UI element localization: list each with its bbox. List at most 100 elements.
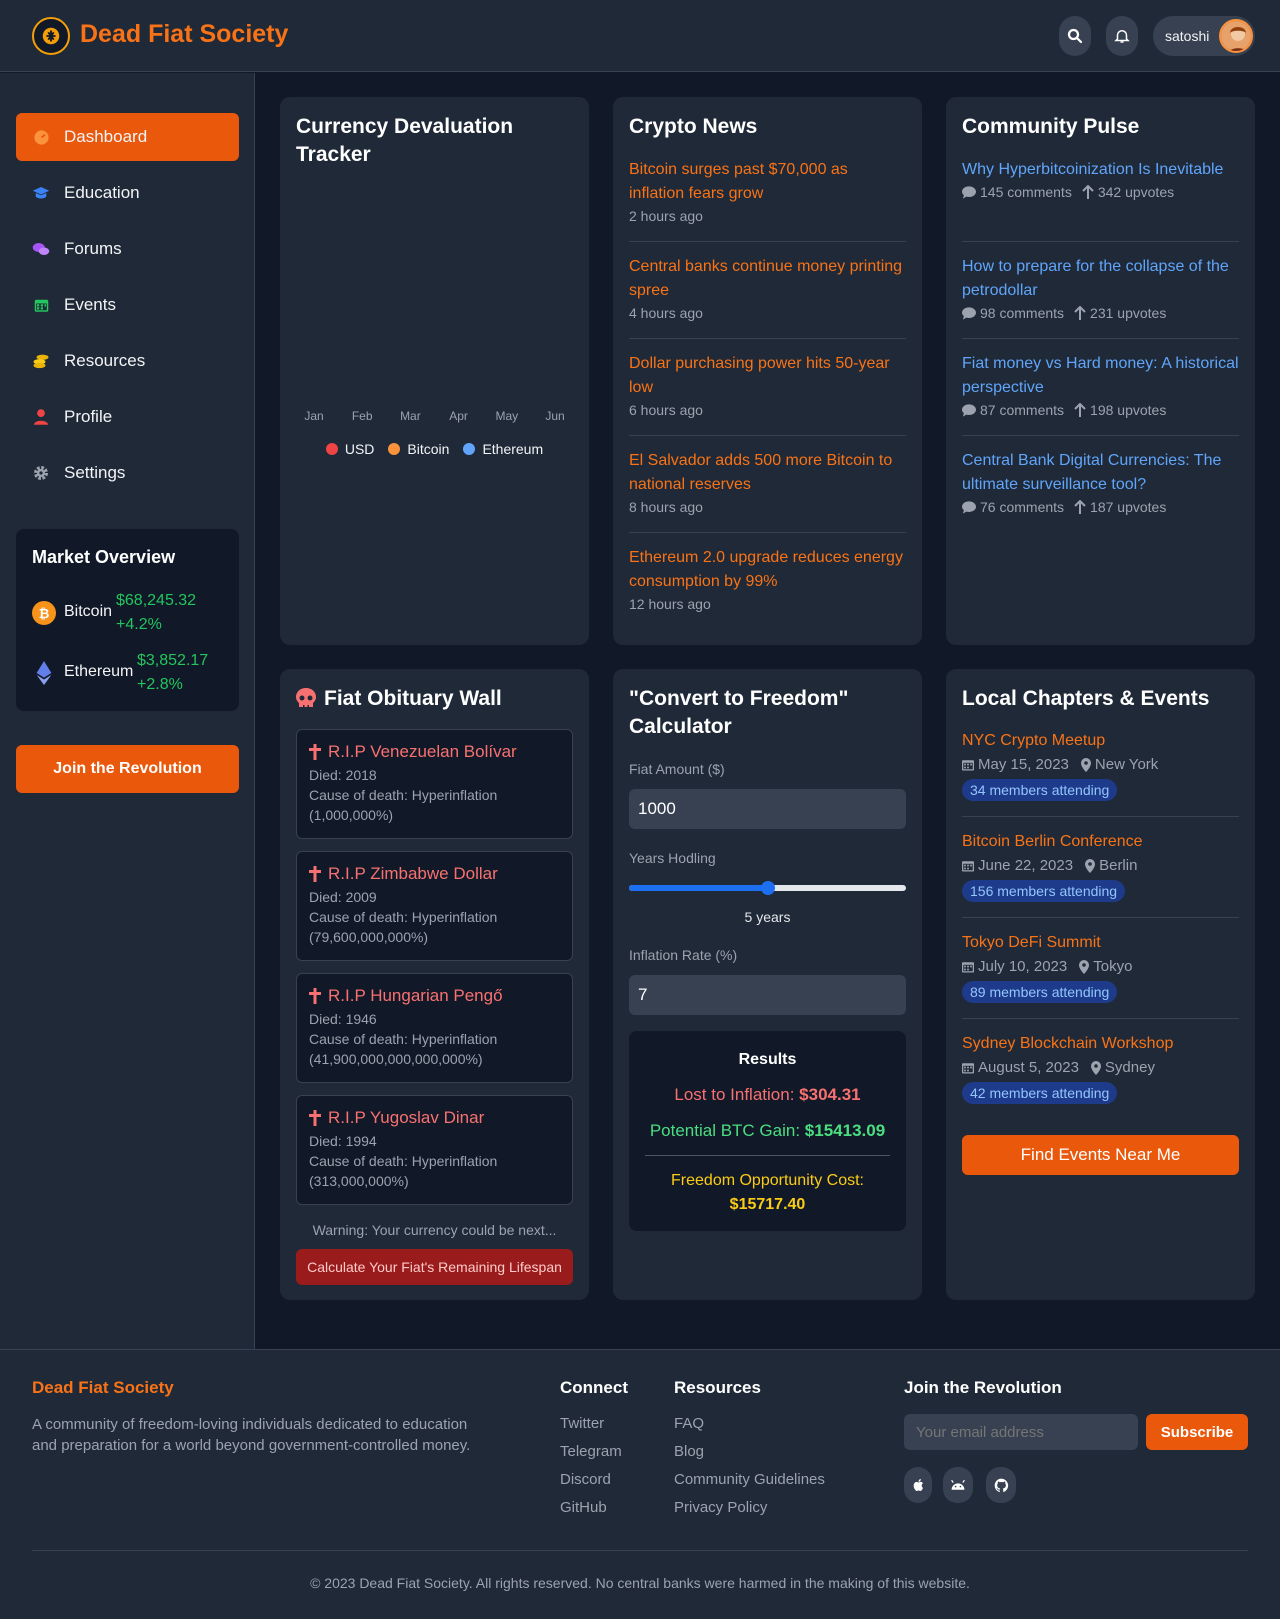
arrow-up-icon bbox=[1074, 403, 1086, 417]
years-label: Years Hodling bbox=[629, 850, 716, 866]
forum-thread[interactable]: How to prepare for the collapse of the p… bbox=[962, 255, 1239, 321]
crypto-news-card: Crypto News Bitcoin surges past $70,000 … bbox=[613, 97, 922, 645]
news-title[interactable]: El Salvador adds 500 more Bitcoin to nat… bbox=[629, 449, 906, 497]
sidebar-item-dashboard[interactable]: Dashboard bbox=[16, 113, 239, 161]
event-title[interactable]: Tokyo DeFi Summit bbox=[962, 932, 1239, 954]
sidebar-item-label: Education bbox=[64, 183, 140, 202]
email-input[interactable] bbox=[904, 1414, 1138, 1450]
sidebar-item-forums[interactable]: Forums bbox=[16, 225, 239, 273]
inflation-rate-label: Inflation Rate (%) bbox=[629, 947, 738, 963]
thread-meta: 145 comments 342 upvotes bbox=[962, 184, 1239, 200]
news-item[interactable]: Central banks continue money printing sp… bbox=[629, 255, 906, 321]
join-revolution-button[interactable]: Join the Revolution bbox=[16, 745, 239, 793]
comment-icon bbox=[962, 185, 976, 199]
event-item[interactable]: NYC Crypto Meetup May 15, 2023 New York 34 … bbox=[962, 730, 1239, 801]
card-title: Local Chapters & Events bbox=[962, 687, 1210, 710]
event-meta: July 10, 2023 Tokyo bbox=[962, 958, 1239, 975]
market-overview: Market Overview ₿ Bitcoin $68,245.32 +4.… bbox=[16, 529, 239, 711]
chat-bubbles-icon bbox=[32, 240, 50, 258]
footer-link-github[interactable]: GitHub bbox=[560, 1499, 607, 1516]
calendar-icon bbox=[962, 861, 974, 872]
thread-meta: 98 comments 231 upvotes bbox=[962, 305, 1239, 321]
slider-handle[interactable] bbox=[760, 881, 775, 895]
obituary-cause: Cause of death: Hyperinflation (79,600,0… bbox=[309, 909, 498, 945]
map-pin-icon bbox=[1080, 757, 1091, 772]
forum-thread[interactable]: Fiat money vs Hard money: A historical p… bbox=[962, 352, 1239, 418]
x-tick-label: Jun bbox=[545, 409, 564, 423]
logo-icon[interactable] bbox=[32, 17, 70, 55]
thread-meta: 87 comments 198 upvotes bbox=[962, 402, 1239, 418]
obituary-cause: Cause of death: Hyperinflation (1,000,00… bbox=[309, 787, 498, 823]
thread-title[interactable]: Fiat money vs Hard money: A historical p… bbox=[962, 352, 1239, 400]
legend-item[interactable]: USD bbox=[325, 441, 374, 457]
event-item[interactable]: Sydney Blockchain Workshop August 5, 2023… bbox=[962, 1033, 1239, 1104]
footer-link-twitter[interactable]: Twitter bbox=[560, 1415, 604, 1432]
news-title[interactable]: Central banks continue money printing sp… bbox=[629, 255, 906, 303]
notifications-button[interactable] bbox=[1106, 16, 1138, 56]
card-title: Fiat Obituary Wall bbox=[296, 685, 502, 713]
years-slider[interactable] bbox=[629, 879, 906, 897]
sidebar-item-resources[interactable]: Resources bbox=[16, 337, 239, 385]
card-title: Crypto News bbox=[629, 115, 758, 138]
map-pin-icon bbox=[1079, 959, 1090, 974]
footer-link-discord[interactable]: Discord bbox=[560, 1471, 611, 1488]
obituary-name: R.I.P Yugoslav Dinar bbox=[309, 1108, 560, 1128]
divider bbox=[962, 338, 1239, 339]
obituary-name: R.I.P Venezuelan Bolívar bbox=[309, 742, 560, 762]
cross-icon bbox=[309, 866, 321, 882]
github-icon[interactable] bbox=[986, 1467, 1016, 1503]
footer-link-blog[interactable]: Blog bbox=[674, 1443, 704, 1460]
event-item[interactable]: Bitcoin Berlin Conference June 22, 2023 Be… bbox=[962, 831, 1239, 902]
thread-title[interactable]: Why Hyperbitcoinization Is Inevitable bbox=[962, 158, 1239, 182]
arrow-up-icon bbox=[1082, 185, 1094, 199]
fiat-amount-label: Fiat Amount ($) bbox=[629, 761, 725, 777]
apple-icon[interactable] bbox=[904, 1467, 932, 1503]
event-title[interactable]: NYC Crypto Meetup bbox=[962, 730, 1239, 752]
search-button[interactable] bbox=[1059, 16, 1091, 56]
brand-title[interactable]: Dead Fiat Society bbox=[80, 20, 288, 49]
coin-price: $68,245.32 +4.2% bbox=[116, 592, 197, 633]
local-events-card: Local Chapters & Events NYC Crypto Meetu… bbox=[946, 669, 1255, 1300]
calculate-lifespan-button[interactable]: Calculate Your Fiat's Remaining Lifespan bbox=[296, 1249, 573, 1285]
news-item[interactable]: Dollar purchasing power hits 50-year low… bbox=[629, 352, 906, 418]
sidebar-item-label: Profile bbox=[64, 407, 113, 426]
subscribe-button[interactable]: Subscribe bbox=[1146, 1414, 1248, 1450]
thread-title[interactable]: How to prepare for the collapse of the p… bbox=[962, 255, 1239, 303]
android-icon[interactable] bbox=[943, 1467, 973, 1503]
freedom-calculator-card: "Convert to Freedom" Calculator Fiat Amo… bbox=[613, 669, 922, 1300]
inflation-rate-input[interactable]: 7 bbox=[629, 975, 906, 1015]
news-item[interactable]: Ethereum 2.0 upgrade reduces energy cons… bbox=[629, 546, 906, 612]
news-item[interactable]: Bitcoin surges past $70,000 as inflation… bbox=[629, 158, 906, 224]
user-menu[interactable]: satoshi bbox=[1153, 16, 1255, 56]
x-tick-label: Feb bbox=[352, 409, 373, 423]
sidebar-item-profile[interactable]: Profile bbox=[16, 393, 239, 441]
sidebar-item-education[interactable]: Education bbox=[16, 169, 239, 217]
footer-link-telegram[interactable]: Telegram bbox=[560, 1443, 622, 1460]
divider bbox=[962, 241, 1239, 242]
skull-icon bbox=[296, 688, 316, 708]
find-events-button[interactable]: Find Events Near Me bbox=[962, 1135, 1239, 1175]
event-item[interactable]: Tokyo DeFi Summit July 10, 2023 Tokyo 89 me… bbox=[962, 932, 1239, 1003]
forum-thread[interactable]: Why Hyperbitcoinization Is Inevitable 145… bbox=[962, 158, 1239, 200]
graduation-cap-icon bbox=[32, 184, 50, 202]
footer-link-privacy[interactable]: Privacy Policy bbox=[674, 1499, 767, 1516]
footer-link-faq[interactable]: FAQ bbox=[674, 1415, 704, 1432]
news-title[interactable]: Dollar purchasing power hits 50-year low bbox=[629, 352, 906, 400]
thread-title[interactable]: Central Bank Digital Currencies: The ult… bbox=[962, 449, 1239, 497]
footer-link-guidelines[interactable]: Community Guidelines bbox=[674, 1471, 825, 1488]
legend-item[interactable]: Bitcoin bbox=[388, 441, 449, 457]
forum-thread[interactable]: Central Bank Digital Currencies: The ult… bbox=[962, 449, 1239, 515]
event-title[interactable]: Sydney Blockchain Workshop bbox=[962, 1033, 1239, 1055]
fiat-amount-input[interactable]: 1000 bbox=[629, 789, 906, 829]
dashboard-icon bbox=[32, 128, 50, 146]
legend-item[interactable]: Ethereum bbox=[463, 441, 543, 457]
news-title[interactable]: Bitcoin surges past $70,000 as inflation… bbox=[629, 158, 906, 206]
news-title[interactable]: Ethereum 2.0 upgrade reduces energy cons… bbox=[629, 546, 906, 594]
event-title[interactable]: Bitcoin Berlin Conference bbox=[962, 831, 1239, 853]
sidebar-item-settings[interactable]: Settings bbox=[16, 449, 239, 497]
resources-heading: Resources bbox=[674, 1378, 761, 1397]
news-item[interactable]: El Salvador adds 500 more Bitcoin to nat… bbox=[629, 449, 906, 515]
sidebar-item-events[interactable]: Events bbox=[16, 281, 239, 329]
cross-icon bbox=[309, 988, 321, 1004]
obituary-name: R.I.P Hungarian Pengő bbox=[309, 986, 560, 1006]
